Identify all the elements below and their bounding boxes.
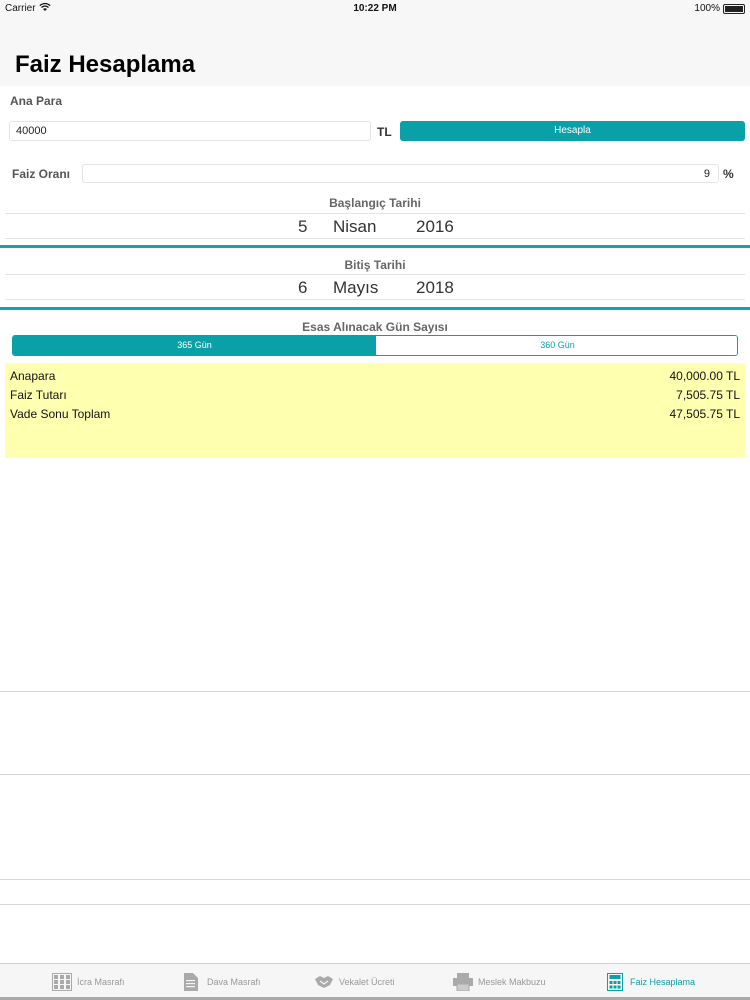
interest-rate-input[interactable]: 9 — [82, 164, 719, 183]
percent-unit-label: % — [723, 167, 734, 181]
result-row: Faiz Tutarı 7,505.75 TL — [10, 388, 740, 404]
result-value: 47,505.75 TL — [669, 407, 740, 421]
navigation-header: Faiz Hesaplama — [0, 20, 750, 86]
principal-label: Ana Para — [10, 94, 63, 108]
tab-label: Dava Masrafı — [207, 977, 261, 987]
battery-icon — [723, 4, 745, 14]
empty-row-divider — [0, 691, 750, 692]
currency-unit-label: TL — [377, 125, 392, 139]
rate-label: Faiz Oranı — [12, 167, 71, 181]
day-basis-segmented-control[interactable]: 365 Gün 360 Gün — [12, 335, 738, 356]
result-label: Faiz Tutarı — [10, 388, 67, 402]
result-value: 7,505.75 TL — [676, 388, 740, 402]
calculator-grid-icon — [52, 973, 72, 991]
segment-365-days[interactable]: 365 Gün — [13, 336, 376, 355]
day-basis-title: Esas Alınacak Gün Sayısı — [302, 320, 448, 334]
results-panel: Anapara 40,000.00 TL Faiz Tutarı 7,505.7… — [5, 363, 745, 458]
start-date-divider — [0, 245, 750, 248]
empty-row-divider — [0, 904, 750, 905]
handshake-icon — [314, 973, 334, 991]
principal-input[interactable]: 40000 — [9, 121, 371, 141]
tab-bar: İcra Masrafı Dava Masrafı Vekalet Ücreti… — [0, 963, 750, 1000]
end-date-year[interactable]: 2018 — [416, 278, 454, 298]
tab-label: Meslek Makbuzu — [478, 977, 546, 987]
battery-percentage: 100% — [694, 3, 720, 14]
printer-icon — [453, 973, 473, 992]
empty-row-divider — [0, 774, 750, 775]
start-date-year[interactable]: 2016 — [416, 217, 454, 237]
start-date-day[interactable]: 5 — [298, 217, 307, 237]
end-date-picker[interactable]: 6 Mayıs 2018 — [5, 274, 745, 300]
clock: 10:22 PM — [353, 3, 397, 14]
page-title: Faiz Hesaplama — [15, 51, 196, 78]
tab-label: Vekalet Ücreti — [339, 977, 395, 987]
calculator-icon — [605, 973, 625, 991]
end-date-day[interactable]: 6 — [298, 278, 307, 298]
result-row: Vade Sonu Toplam 47,505.75 TL — [10, 407, 740, 423]
end-date-divider — [0, 307, 750, 310]
tab-label: Faiz Hesaplama — [630, 977, 696, 987]
result-value: 40,000.00 TL — [669, 369, 740, 383]
end-date-month[interactable]: Mayıs — [333, 278, 378, 298]
calculate-button[interactable]: Hesapla — [400, 121, 745, 141]
result-row: Anapara 40,000.00 TL — [10, 369, 740, 385]
segment-360-days[interactable]: 360 Gün — [376, 336, 737, 355]
result-label: Vade Sonu Toplam — [10, 407, 111, 421]
document-icon — [182, 973, 202, 991]
start-date-month[interactable]: Nisan — [333, 217, 376, 237]
tab-label: İcra Masrafı — [77, 977, 125, 987]
result-label: Anapara — [10, 369, 56, 383]
status-bar: Carrier 10:22 PM 100% — [0, 0, 750, 20]
end-date-title: Bitiş Tarihi — [344, 258, 406, 272]
empty-row-divider — [0, 879, 750, 880]
start-date-picker[interactable]: 5 Nisan 2016 — [5, 213, 745, 239]
start-date-title: Başlangıç Tarihi — [329, 196, 421, 210]
